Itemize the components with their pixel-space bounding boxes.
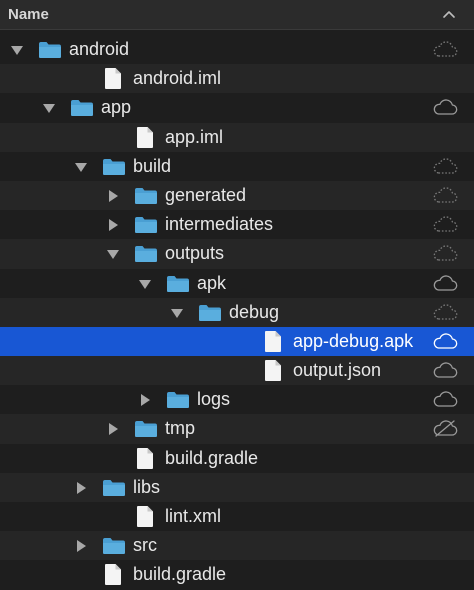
- tree-row-lint-xml[interactable]: lint.xml: [0, 502, 474, 531]
- tree-row-label: build.gradle: [165, 447, 259, 468]
- tree-row-outputs[interactable]: outputs: [0, 239, 474, 269]
- tree-row-label: build: [133, 155, 172, 176]
- folder-icon: [135, 217, 157, 234]
- disclosure-triangle-right-icon[interactable]: [106, 422, 120, 436]
- cloud-icon[interactable]: [432, 99, 458, 116]
- tree-row-label: apk: [197, 272, 227, 293]
- cloud-excluded-icon[interactable]: [432, 420, 458, 438]
- tree-row-apk[interactable]: apk: [0, 269, 474, 298]
- document-icon: [105, 564, 121, 586]
- folder-icon: [167, 392, 189, 409]
- tree-row-src[interactable]: src: [0, 531, 474, 561]
- disclosure-triangle-down-icon[interactable]: [10, 43, 24, 57]
- cloud-icon[interactable]: [432, 391, 458, 408]
- tree-row-build-gradle[interactable]: build.gradle: [0, 560, 474, 589]
- tree-row-build[interactable]: build: [0, 152, 474, 181]
- folder-icon: [135, 187, 157, 204]
- cloud-pending-icon[interactable]: [432, 187, 458, 204]
- folder-icon: [199, 304, 221, 321]
- tree-row-label: lint.xml: [165, 506, 222, 526]
- tree-row-libs[interactable]: libs: [0, 472, 474, 502]
- cloud-icon[interactable]: [432, 274, 458, 292]
- tree-row-debug[interactable]: debug: [0, 297, 474, 327]
- tree-row-label: debug: [229, 301, 280, 322]
- tree-row-output-json[interactable]: output.json: [0, 356, 474, 386]
- file-tree: android android.iml app app.iml build generat…: [0, 35, 474, 590]
- document-icon: [265, 330, 281, 352]
- disclosure-triangle-down-icon[interactable]: [170, 306, 184, 320]
- column-header-name[interactable]: Name: [0, 0, 474, 30]
- document-icon: [137, 447, 153, 469]
- tree-row-label: generated: [165, 184, 247, 205]
- tree-row-android[interactable]: android: [0, 35, 474, 64]
- column-header-label: Name: [8, 6, 49, 23]
- folder-icon: [39, 42, 61, 58]
- disclosure-triangle-right-icon[interactable]: [74, 481, 88, 495]
- disclosure-triangle-down-icon[interactable]: [138, 277, 152, 291]
- disclosure-triangle-right-icon[interactable]: [106, 189, 120, 203]
- tree-row-label: outputs: [165, 243, 225, 264]
- tree-row-app-debug-apk[interactable]: app-debug.apk: [0, 326, 474, 357]
- chevron-up-icon[interactable]: [442, 9, 456, 19]
- tree-row-label: libs: [133, 476, 161, 497]
- cloud-pending-icon[interactable]: [432, 158, 458, 175]
- cloud-pending-icon[interactable]: [432, 41, 458, 58]
- tree-row-label: build.gradle: [133, 564, 227, 585]
- document-icon: [137, 506, 153, 527]
- tree-row-label: intermediates: [165, 214, 274, 235]
- tree-row-label: app.iml: [165, 126, 224, 147]
- tree-row-label: tmp: [165, 418, 196, 439]
- tree-row-label: logs: [197, 389, 231, 410]
- cloud-pending-icon[interactable]: [432, 216, 458, 233]
- disclosure-triangle-down-icon[interactable]: [74, 160, 88, 174]
- disclosure-triangle-down-icon[interactable]: [106, 247, 120, 261]
- disclosure-triangle-right-icon[interactable]: [106, 218, 120, 232]
- disclosure-triangle-right-icon[interactable]: [138, 393, 152, 407]
- disclosure-triangle-down-icon[interactable]: [42, 101, 56, 115]
- tree-row-app-iml[interactable]: app.iml: [0, 122, 474, 152]
- folder-icon: [71, 100, 93, 117]
- document-icon: [265, 360, 281, 382]
- folder-icon: [103, 538, 125, 555]
- tree-row-logs[interactable]: logs: [0, 385, 474, 414]
- tree-row-app[interactable]: app: [0, 93, 474, 122]
- folder-icon: [103, 158, 125, 175]
- cloud-pending-icon[interactable]: [432, 304, 458, 321]
- tree-row-tmp[interactable]: tmp: [0, 414, 474, 444]
- tree-row-label: src: [133, 535, 157, 556]
- cloud-pending-icon[interactable]: [432, 245, 458, 262]
- tree-row-intermediates[interactable]: intermediates: [0, 210, 474, 239]
- folder-icon: [103, 479, 125, 496]
- document-icon: [137, 126, 153, 148]
- cloud-icon[interactable]: [432, 362, 458, 379]
- tree-row-label: android: [69, 39, 130, 59]
- document-icon: [105, 68, 121, 90]
- cloud-icon[interactable]: [432, 333, 458, 350]
- tree-row-label: output.json: [293, 360, 382, 381]
- tree-row-label: app-debug.apk: [293, 330, 414, 351]
- folder-icon: [167, 275, 189, 292]
- tree-row-android-iml[interactable]: android.iml: [0, 64, 474, 94]
- tree-row-build-gradle[interactable]: build.gradle: [0, 444, 474, 473]
- tree-row-label: app: [101, 97, 132, 118]
- folder-icon: [135, 246, 157, 263]
- disclosure-triangle-right-icon[interactable]: [74, 539, 88, 553]
- folder-icon: [135, 421, 157, 438]
- tree-row-label: android.iml: [133, 68, 222, 89]
- tree-row-generated[interactable]: generated: [0, 180, 474, 211]
